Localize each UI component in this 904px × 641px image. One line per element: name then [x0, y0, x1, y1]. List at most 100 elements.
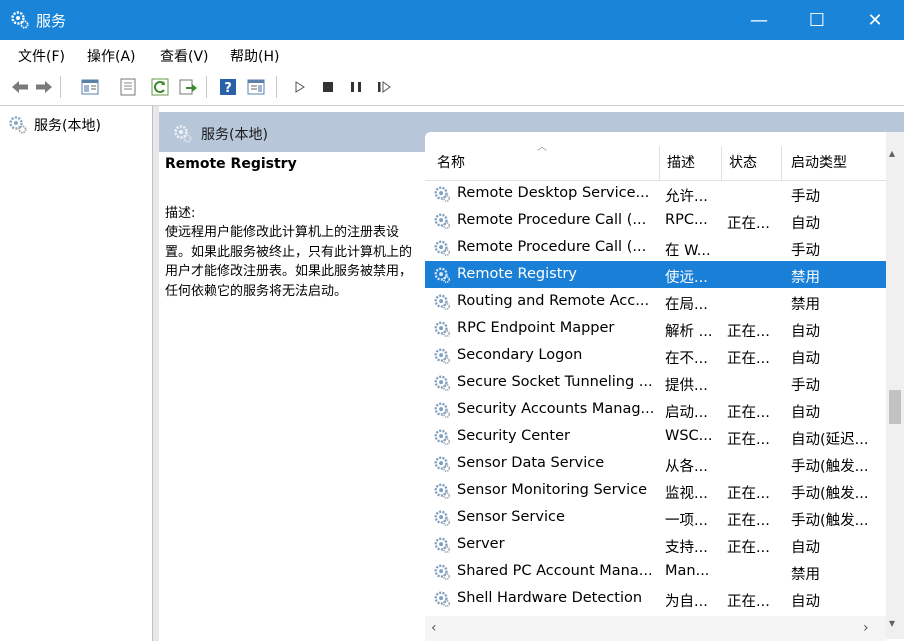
- service-row[interactable]: Sensor Monitoring Service 监视... 正在... 手动(触发…: [425, 477, 886, 504]
- column-separator[interactable]: [659, 146, 660, 180]
- service-gear-icon: [434, 564, 451, 581]
- service-name-cell: Routing and Remote Acc...: [457, 293, 650, 309]
- service-description-cell: 解析 ...: [665, 324, 713, 340]
- scroll-down-icon[interactable]: ▾: [889, 616, 895, 630]
- service-row[interactable]: Remote Desktop Service... 允许... 手动: [425, 180, 886, 207]
- service-status-cell: 正在...: [727, 540, 770, 556]
- service-gear-icon: [434, 213, 451, 230]
- service-row[interactable]: Security Center WSC... 正在... 自动(延迟...: [425, 423, 886, 450]
- service-description-cell: 从各...: [665, 459, 708, 475]
- service-description-cell: 使远...: [665, 270, 708, 286]
- service-name-cell: Shell Hardware Detection: [457, 590, 643, 606]
- scroll-up-icon[interactable]: ▴: [889, 146, 895, 160]
- service-description-cell: RPC...: [665, 212, 708, 228]
- service-name-cell: Secondary Logon: [457, 347, 583, 363]
- scroll-thumb[interactable]: [889, 390, 901, 425]
- column-name[interactable]: 名称: [437, 152, 465, 172]
- stop-service-icon[interactable]: [318, 77, 338, 97]
- service-description-cell: 监视...: [665, 486, 708, 502]
- service-startup-cell: 自动: [791, 594, 820, 610]
- forward-arrow-icon[interactable]: [34, 77, 54, 97]
- service-name-cell: Remote Registry: [457, 266, 577, 282]
- back-arrow-icon[interactable]: [10, 77, 30, 97]
- minimize-button[interactable]: —: [730, 0, 788, 40]
- tree-item-services-local[interactable]: 服务(本地): [8, 114, 101, 136]
- service-row[interactable]: Routing and Remote Acc... 在局... 禁用: [425, 288, 886, 315]
- service-gear-icon: [434, 267, 451, 284]
- service-row[interactable]: Sensor Service 一项... 正在... 手动(触发...: [425, 504, 886, 531]
- service-row[interactable]: Server 支持... 正在... 自动: [425, 531, 886, 558]
- help-icon[interactable]: ?: [218, 77, 238, 97]
- service-row[interactable]: Remote Procedure Call (... RPC... 正在... 自动: [425, 207, 886, 234]
- column-header: ︿ 名称 描述 状态 启动类型: [425, 132, 886, 181]
- menu-view[interactable]: 查看(V): [160, 46, 209, 66]
- pause-service-icon[interactable]: [346, 77, 366, 97]
- service-name-cell: Remote Procedure Call (...: [457, 239, 647, 255]
- maximize-button[interactable]: ☐: [788, 0, 846, 40]
- service-row[interactable]: Secure Socket Tunneling ... 提供... 手动: [425, 369, 886, 396]
- service-startup-cell: 禁用: [791, 270, 820, 286]
- scroll-left-icon[interactable]: ‹: [431, 620, 437, 636]
- service-description-cell: 在局...: [665, 297, 708, 313]
- service-status-cell: 正在...: [727, 216, 770, 232]
- toolbar: ?: [0, 68, 904, 106]
- service-name-cell: Secure Socket Tunneling ...: [457, 374, 653, 390]
- service-row[interactable]: Shared PC Account Mana... Man... 禁用: [425, 558, 886, 585]
- column-separator[interactable]: [781, 146, 782, 180]
- scroll-right-icon[interactable]: ›: [863, 620, 869, 636]
- menu-action[interactable]: 操作(A): [87, 46, 136, 66]
- menu-file[interactable]: 文件(F): [18, 46, 65, 66]
- vertical-scrollbar[interactable]: ▴ ▾: [886, 132, 904, 639]
- service-row[interactable]: Remote Procedure Call (... 在 W... 手动: [425, 234, 886, 261]
- service-startup-cell: 手动(触发...: [791, 486, 869, 502]
- column-description[interactable]: 描述: [667, 152, 695, 172]
- refresh-icon[interactable]: [150, 77, 170, 97]
- service-startup-cell: 自动: [791, 405, 820, 421]
- service-startup-cell: 自动: [791, 324, 820, 340]
- service-description-panel: Remote Registry 描述: 使远程用户能修改此计算机上的注册表设置。…: [165, 154, 415, 301]
- service-startup-cell: 禁用: [791, 567, 820, 583]
- service-row[interactable]: RPC Endpoint Mapper 解析 ... 正在... 自动: [425, 315, 886, 342]
- toolbar-separator: [60, 76, 61, 98]
- service-row[interactable]: Shell Hardware Detection 为自... 正在... 自动: [425, 585, 886, 612]
- service-gear-icon: [434, 375, 451, 392]
- export-list-icon[interactable]: [178, 77, 198, 97]
- start-service-icon[interactable]: [290, 77, 310, 97]
- service-startup-cell: 手动(触发...: [791, 459, 869, 475]
- service-status-cell: 正在...: [727, 594, 770, 610]
- properties-icon[interactable]: [118, 77, 138, 97]
- action-pane-icon[interactable]: [246, 77, 266, 97]
- console-tree: 服务(本地): [0, 106, 153, 641]
- service-gear-icon: [434, 294, 451, 311]
- service-description-cell: 在 W...: [665, 243, 711, 259]
- service-row[interactable]: Secondary Logon 在不... 正在... 自动: [425, 342, 886, 369]
- window-title: 服务: [36, 12, 67, 30]
- column-separator[interactable]: [721, 146, 722, 180]
- column-startup-type[interactable]: 启动类型: [791, 152, 847, 172]
- menu-bar: 文件(F) 操作(A) 查看(V) 帮助(H): [0, 40, 904, 68]
- service-name-cell: RPC Endpoint Mapper: [457, 320, 615, 336]
- service-status-cell: 正在...: [727, 513, 770, 529]
- service-status-cell: 正在...: [727, 486, 770, 502]
- service-startup-cell: 自动: [791, 540, 820, 556]
- menu-help[interactable]: 帮助(H): [230, 46, 279, 66]
- horizontal-scrollbar[interactable]: ‹ ›: [425, 616, 886, 641]
- service-name-cell: Remote Procedure Call (...: [457, 212, 647, 228]
- service-gear-icon: [434, 402, 451, 419]
- service-gear-icon: [434, 240, 451, 257]
- service-status-cell: 正在...: [727, 351, 770, 367]
- service-row[interactable]: Remote Registry 使远... 禁用: [425, 261, 886, 288]
- restart-service-icon[interactable]: [374, 77, 394, 97]
- services-list: ︿ 名称 描述 状态 启动类型 Remote Desktop Service..…: [425, 132, 886, 639]
- service-row[interactable]: Security Accounts Manag... 启动... 正在... 自动: [425, 396, 886, 423]
- service-gear-icon: [434, 591, 451, 608]
- service-row[interactable]: Sensor Data Service 从各... 手动(触发...: [425, 450, 886, 477]
- show-hide-tree-icon[interactable]: [80, 77, 100, 97]
- title-bar: 服务 — ☐ ✕: [0, 0, 904, 40]
- close-button[interactable]: ✕: [846, 0, 904, 40]
- gear-services-icon: [9, 116, 27, 134]
- service-name-cell: Shared PC Account Mana...: [457, 563, 653, 579]
- column-status[interactable]: 状态: [729, 152, 757, 172]
- service-status-cell: 正在...: [727, 405, 770, 421]
- service-name-cell: Security Accounts Manag...: [457, 401, 655, 417]
